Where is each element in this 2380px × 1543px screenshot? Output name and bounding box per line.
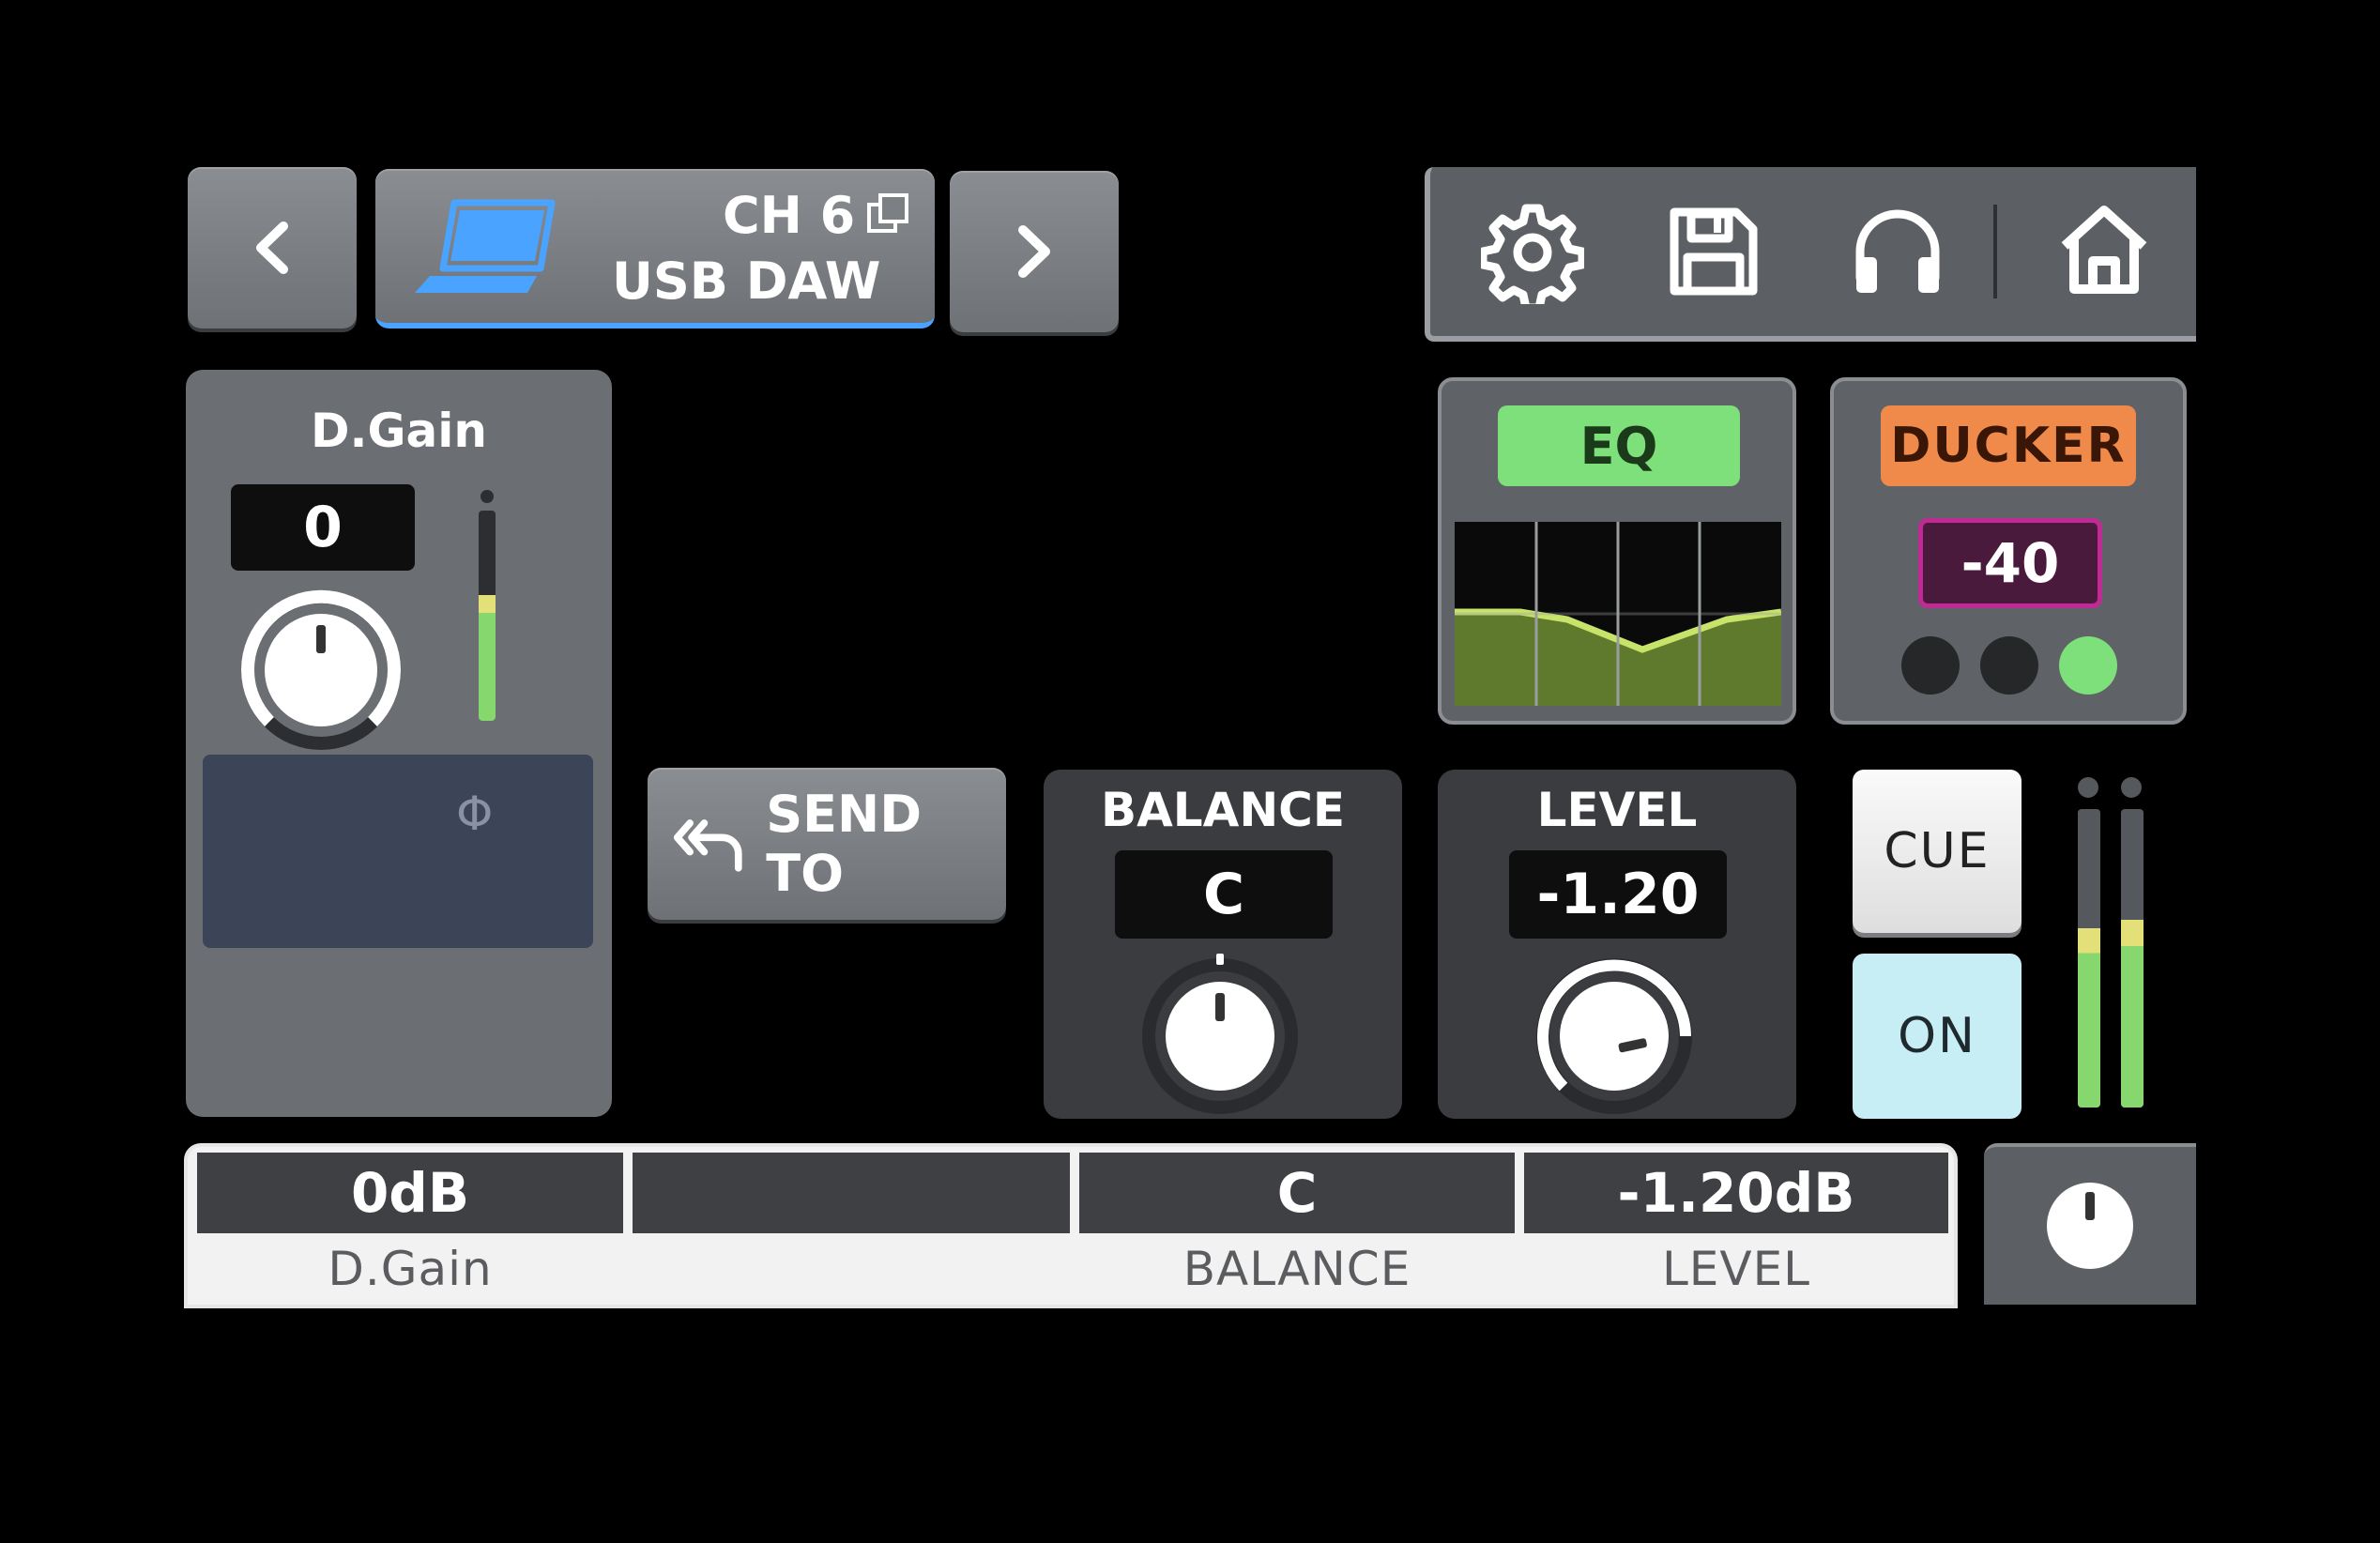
chevron-right-icon [1018, 225, 1050, 278]
balance-panel[interactable]: BALANCE C [1044, 770, 1402, 1119]
ducker-indicator-2 [1980, 636, 2038, 695]
dgain-meter-peak [481, 490, 494, 503]
ducker-label: DUCKER [1881, 405, 2136, 486]
toolbar-divider [1993, 205, 1997, 298]
bottom-cell-value: C [1079, 1153, 1515, 1233]
bottom-bar: 0dB D.Gain C BALANCE -1.20dB LEVEL [184, 1143, 1958, 1308]
meter-left [2078, 809, 2100, 1108]
knob-icon [2047, 1183, 2133, 1269]
next-channel-button[interactable] [950, 171, 1119, 332]
ducker-indicator-3 [2059, 636, 2117, 695]
bottom-cell-label: BALANCE [1079, 1233, 1515, 1305]
balance-value[interactable]: C [1115, 850, 1333, 939]
level-value[interactable]: -1.20 [1509, 850, 1727, 939]
headphones-icon[interactable] [1851, 205, 1945, 298]
ducker-indicator-1 [1901, 636, 1960, 695]
channel-name-button[interactable]: CH 6 USB DAW [375, 169, 935, 328]
bottom-cell-empty[interactable] [633, 1153, 1070, 1305]
bottom-cell-label: D.Gain [197, 1233, 623, 1305]
bottom-cell-value [633, 1153, 1070, 1233]
level-knob[interactable] [1528, 954, 1701, 1119]
bottom-cell-label [633, 1233, 1070, 1305]
level-title: LEVEL [1536, 783, 1698, 837]
meter-right-peak [2121, 777, 2142, 798]
dgain-meter-fill [479, 594, 496, 721]
channel-source: USB DAW [612, 252, 881, 311]
cue-button[interactable]: CUE [1853, 770, 2021, 933]
dgain-meter [479, 511, 496, 721]
dgain-panel[interactable]: D.Gain 0 Φ [186, 370, 612, 1117]
on-button[interactable]: ON [1853, 954, 2021, 1119]
bottom-cell-level[interactable]: -1.20dB LEVEL [1524, 1153, 1948, 1305]
phase-area[interactable]: Φ [203, 755, 593, 948]
meter-right-fill [2121, 919, 2144, 1108]
send-to-button[interactable]: SEND TO [648, 768, 1006, 920]
gear-icon[interactable] [1481, 201, 1584, 304]
balance-title: BALANCE [1100, 783, 1346, 837]
eq-graph [1455, 522, 1781, 706]
send-back-icon [673, 819, 742, 872]
meter-left-peak [2078, 777, 2098, 798]
send-to-label: SEND TO [766, 785, 923, 903]
toolbar [1425, 167, 2196, 342]
meter-left-fill [2078, 928, 2100, 1108]
bottom-cell-label: LEVEL [1524, 1233, 1948, 1305]
copy-icon [867, 193, 908, 233]
floppy-disk-icon[interactable] [1667, 205, 1761, 298]
phase-symbol: Φ [456, 787, 494, 841]
eq-panel[interactable]: EQ [1438, 377, 1796, 725]
ducker-panel[interactable]: DUCKER -40 [1830, 377, 2187, 725]
knob-select-button[interactable] [1984, 1143, 2196, 1305]
dgain-value[interactable]: 0 [231, 484, 415, 571]
meter-right [2121, 809, 2144, 1108]
ducker-value[interactable]: -40 [1918, 518, 2102, 608]
dgain-title: D.Gain [310, 404, 487, 458]
bottom-cell-value: -1.20dB [1524, 1153, 1948, 1233]
balance-knob[interactable] [1134, 954, 1306, 1119]
bottom-cell-value: 0dB [197, 1153, 623, 1233]
home-icon[interactable] [2055, 201, 2153, 298]
bottom-cell-balance[interactable]: C BALANCE [1079, 1153, 1515, 1305]
chevron-left-icon [256, 222, 288, 274]
prev-channel-button[interactable] [188, 167, 357, 328]
level-panel[interactable]: LEVEL -1.20 [1438, 770, 1796, 1119]
dgain-knob[interactable] [236, 586, 405, 755]
bottom-cell-dgain[interactable]: 0dB D.Gain [197, 1153, 623, 1305]
channel-number: CH 6 [723, 186, 856, 245]
laptop-icon [415, 199, 556, 293]
eq-label: EQ [1498, 405, 1740, 486]
